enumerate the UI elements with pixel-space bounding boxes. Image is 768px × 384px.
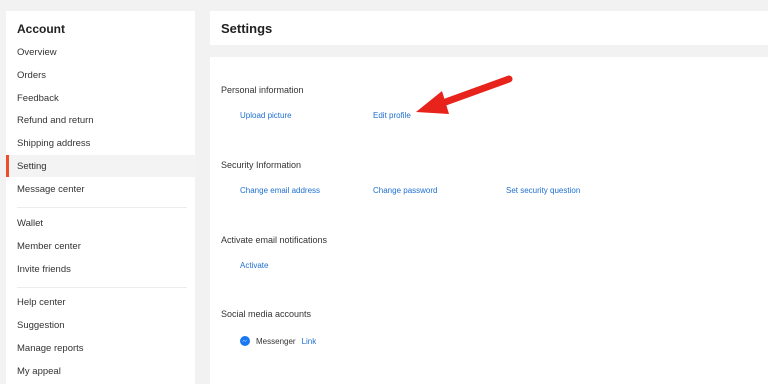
sidebar-item-manage-reports[interactable]: Manage reports [17, 343, 84, 354]
sidebar-item-wallet[interactable]: Wallet [17, 218, 43, 229]
activate-link[interactable]: Activate [240, 261, 268, 270]
security-information-heading: Security Information [221, 160, 302, 170]
sidebar-item-setting[interactable]: Setting [17, 161, 47, 172]
sidebar-title: Account [17, 22, 65, 36]
messenger-row: Messenger Link [240, 335, 316, 347]
upload-picture-link[interactable]: Upload picture [240, 111, 292, 120]
sidebar-divider [17, 207, 187, 208]
settings-content: Personal information Upload picture Edit… [210, 57, 768, 384]
messenger-icon [240, 336, 250, 346]
sidebar-item-shipping-address[interactable]: Shipping address [17, 138, 90, 149]
change-email-address-link[interactable]: Change email address [240, 186, 320, 195]
sidebar-divider [17, 287, 187, 288]
sidebar-item-orders[interactable]: Orders [17, 70, 46, 81]
change-password-link[interactable]: Change password [373, 186, 437, 195]
social-media-heading: Social media accounts [221, 309, 312, 319]
sidebar-item-help-center[interactable]: Help center [17, 297, 66, 308]
sidebar-item-my-appeal[interactable]: My appeal [17, 366, 61, 377]
edit-profile-link[interactable]: Edit profile [373, 111, 411, 120]
sidebar-item-suggestion[interactable]: Suggestion [17, 320, 65, 331]
settings-page: Account Overview Orders Feedback Refund … [0, 0, 768, 384]
settings-header: Settings [210, 11, 768, 45]
sidebar-item-member-center[interactable]: Member center [17, 241, 81, 252]
set-security-question-link[interactable]: Set security question [506, 186, 580, 195]
personal-information-heading: Personal information [221, 85, 304, 95]
sidebar-item-feedback[interactable]: Feedback [17, 93, 59, 104]
messenger-label: Messenger [256, 336, 296, 346]
messenger-link-button[interactable]: Link [302, 337, 317, 346]
active-indicator-bar [6, 155, 9, 177]
account-sidebar: Account Overview Orders Feedback Refund … [6, 11, 195, 384]
sidebar-item-message-center[interactable]: Message center [17, 184, 85, 195]
sidebar-item-refund-and-return[interactable]: Refund and return [17, 115, 94, 126]
email-notifications-heading: Activate email notifications [221, 235, 328, 245]
sidebar-item-invite-friends[interactable]: Invite friends [17, 264, 71, 275]
page-title: Settings [221, 21, 273, 36]
sidebar-item-overview[interactable]: Overview [17, 47, 57, 58]
